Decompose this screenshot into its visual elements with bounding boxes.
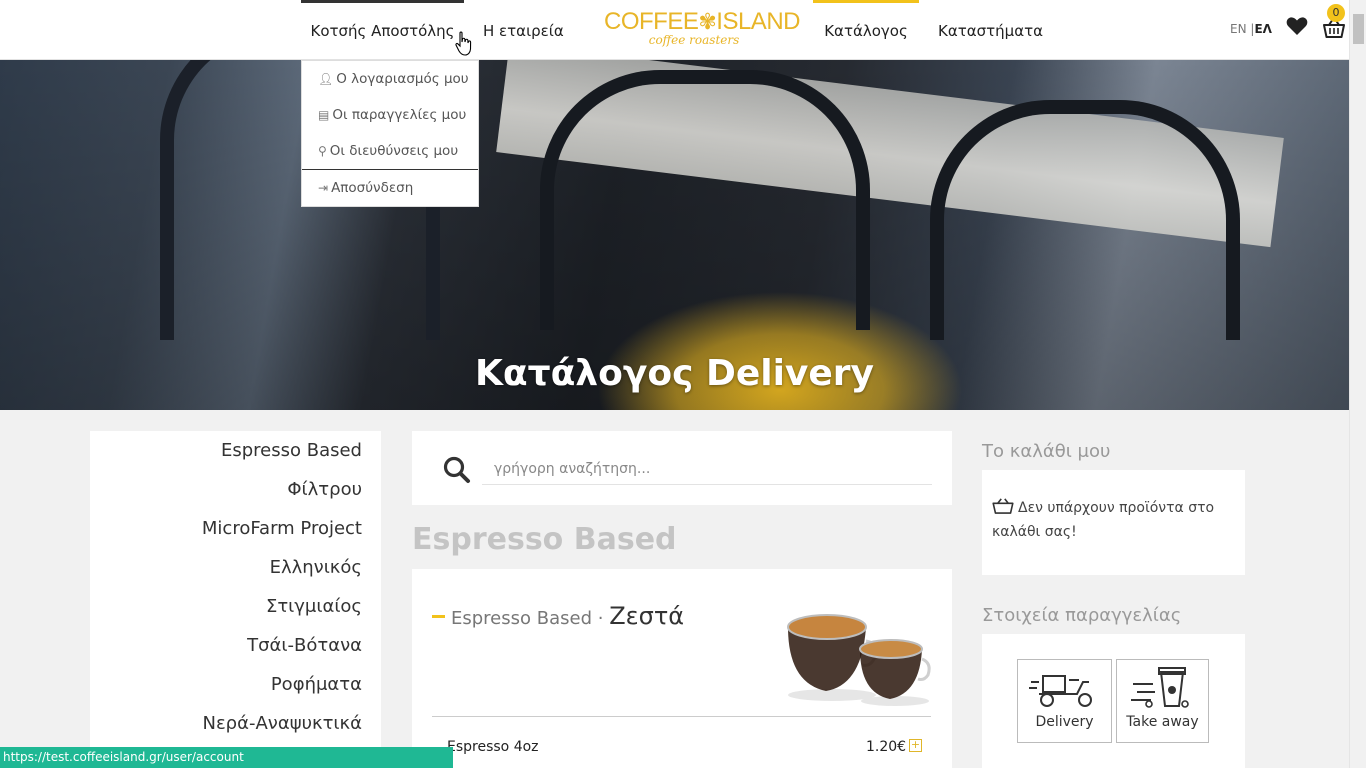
category-water-soft-drinks[interactable]: Νερά-Αναψυκτικά bbox=[90, 712, 381, 751]
category-instant[interactable]: Στιγμιαίος bbox=[90, 595, 381, 634]
heart-icon[interactable] bbox=[1285, 14, 1309, 38]
map-marker-icon: ⚲ bbox=[318, 144, 327, 158]
category-microfarm[interactable]: MicroFarm Project bbox=[90, 517, 381, 556]
search-input[interactable] bbox=[482, 453, 932, 485]
order-panel-title: Στοιχεία παραγγελίας bbox=[982, 605, 1182, 626]
category-greek[interactable]: Ελληνικός bbox=[90, 556, 381, 595]
lang-en[interactable]: EN bbox=[1230, 22, 1247, 36]
takeaway-cup-icon bbox=[1130, 667, 1189, 708]
accent-dash bbox=[432, 615, 445, 618]
search-box bbox=[412, 431, 952, 505]
section-title: Espresso Based bbox=[412, 522, 677, 557]
item-divider bbox=[432, 716, 931, 717]
menu-item-my-addresses[interactable]: ⚲ Οι διευθύνσεις μου bbox=[302, 133, 478, 169]
cart-panel: Δεν υπάρχουν προϊόντα στο καλάθι σας! bbox=[982, 470, 1245, 575]
page-scrollbar[interactable] bbox=[1349, 0, 1366, 768]
cart-empty-message: Δεν υπάρχουν προϊόντα στο καλάθι σας! bbox=[992, 500, 1215, 540]
product-card-heading: Espresso Based · Ζεστά bbox=[451, 602, 684, 630]
delivery-label: Delivery bbox=[1035, 714, 1094, 730]
hero-bag-strap bbox=[540, 70, 870, 330]
card-subcategory: Ζεστά bbox=[609, 602, 685, 630]
menu-item-logout[interactable]: ⇥ Αποσύνδεση bbox=[302, 170, 478, 206]
logo-brand: COFFEE✾ISLAND bbox=[604, 8, 800, 36]
logo-brand-right: ISLAND bbox=[716, 8, 800, 35]
delivery-option[interactable]: Delivery bbox=[1017, 659, 1112, 743]
add-to-cart-button[interactable]: + bbox=[909, 739, 922, 752]
product-price: 1.20€ bbox=[866, 739, 907, 755]
cart-count-badge: 0 bbox=[1327, 4, 1345, 22]
logo-brand-left: COFFEE bbox=[604, 8, 699, 35]
scrollbar-thumb[interactable] bbox=[1353, 14, 1364, 44]
category-sidebar: Espresso Based Φίλτρου MicroFarm Project… bbox=[90, 431, 381, 768]
basket-icon bbox=[992, 498, 1014, 514]
product-name: Espresso 4oz bbox=[447, 739, 539, 755]
nav-stores[interactable]: Καταστήματα bbox=[938, 0, 1043, 60]
flower-icon: ✾ bbox=[698, 9, 717, 34]
document-icon: ▤ bbox=[318, 108, 330, 122]
category-beverages[interactable]: Ροφήματα bbox=[90, 673, 381, 712]
search-icon[interactable] bbox=[442, 455, 472, 485]
menu-item-label: Οι παραγγελίες μου bbox=[332, 107, 467, 123]
nav-user-account[interactable]: Κοτσής Αποστόλης bbox=[301, 0, 464, 60]
category-tea-herbs[interactable]: Τσάι-Βότανα bbox=[90, 634, 381, 673]
order-details-panel: Delivery Take away bbox=[982, 634, 1245, 768]
lang-el[interactable]: ΕΛ bbox=[1254, 22, 1271, 36]
category-espresso-based[interactable]: Espresso Based bbox=[90, 439, 381, 478]
cart-panel-title: Το καλάθι μου bbox=[982, 441, 1111, 462]
card-separator: · bbox=[597, 608, 604, 629]
menu-item-my-account[interactable]: 👤︎ Ο λογαριασμός μου bbox=[302, 61, 478, 97]
nav-company[interactable]: Η εταιρεία bbox=[483, 0, 564, 60]
hero-bag-strap bbox=[930, 100, 1240, 340]
top-header: Κοτσής Αποστόλης Η εταιρεία COFFEE✾ISLAN… bbox=[0, 0, 1349, 60]
card-category: Espresso Based bbox=[451, 608, 593, 629]
takeaway-option[interactable]: Take away bbox=[1116, 659, 1209, 743]
language-switcher: EN |ΕΛ bbox=[1230, 22, 1272, 36]
product-card: Espresso Based · Ζεστά Espresso 4oz 1.20… bbox=[412, 569, 952, 768]
delivery-scooter-icon bbox=[1028, 675, 1092, 707]
espresso-cups-image bbox=[787, 614, 931, 706]
category-filter[interactable]: Φίλτρου bbox=[90, 478, 381, 517]
sign-out-icon: ⇥ bbox=[318, 181, 329, 195]
menu-item-label: Αποσύνδεση bbox=[331, 180, 414, 196]
hero-title: Κατάλογος Delivery bbox=[474, 353, 875, 394]
menu-item-my-orders[interactable]: ▤ Οι παραγγελίες μου bbox=[302, 97, 478, 133]
menu-item-label: Ο λογαριασμός μου bbox=[336, 71, 469, 87]
takeaway-label: Take away bbox=[1126, 714, 1199, 730]
menu-item-label: Οι διευθύνσεις μου bbox=[329, 143, 459, 159]
user-icon: 👤︎ bbox=[318, 72, 334, 86]
user-account-dropdown: 👤︎ Ο λογαριασμός μου ▤ Οι παραγγελίες μου … bbox=[301, 60, 479, 207]
coffee-island-logo[interactable]: COFFEE✾ISLAND coffee roasters bbox=[604, 8, 800, 54]
nav-catalog[interactable]: Κατάλογος bbox=[813, 0, 919, 60]
hand-cursor-icon bbox=[455, 31, 472, 56]
browser-status-bar: https://test.coffeeisland.gr/user/accoun… bbox=[0, 747, 453, 768]
